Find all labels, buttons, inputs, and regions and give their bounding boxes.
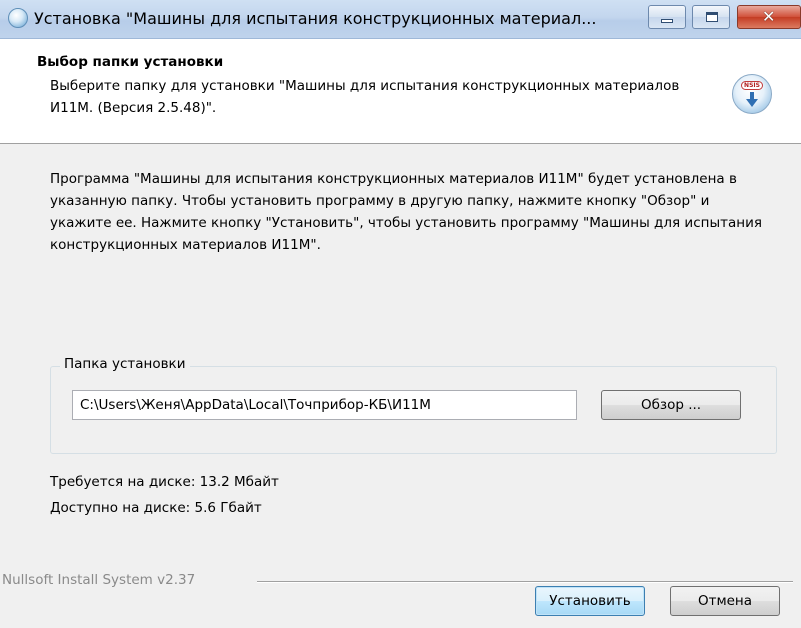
installer-window: Установка "Машины для испытания конструк…	[0, 0, 801, 628]
maximize-icon	[706, 12, 718, 22]
install-folder-group-label: Папка установки	[60, 356, 190, 372]
page-body: Программа "Машины для испытания конструк…	[0, 144, 801, 628]
close-button[interactable]: ✕	[737, 5, 801, 29]
title-bar[interactable]: Установка "Машины для испытания конструк…	[0, 0, 801, 39]
nsis-badge: NSIS	[741, 81, 763, 90]
space-required-text: Требуется на диске: 13.2 Мбайт	[50, 474, 279, 490]
install-path-input[interactable]: C:\Users\Женя\AppData\Local\Точприбор-КБ…	[72, 390, 577, 420]
close-icon: ✕	[762, 7, 776, 26]
nsis-branding-text: Nullsoft Install System v2.37	[2, 572, 196, 588]
install-button-label: Установить	[549, 593, 631, 609]
browse-button[interactable]: Обзор ...	[601, 390, 741, 420]
description-text: Программа "Машины для испытания конструк…	[50, 171, 762, 253]
browse-button-label: Обзор ...	[640, 397, 702, 413]
minimize-icon	[661, 19, 673, 23]
nsis-setup-icon: NSIS	[732, 74, 772, 114]
cancel-button[interactable]: Отмена	[670, 586, 780, 616]
window-title: Установка "Машины для испытания конструк…	[34, 9, 597, 28]
page-header: Выбор папки установки Выберите папку для…	[0, 39, 801, 144]
footer-divider	[257, 581, 793, 583]
minimize-button[interactable]	[648, 5, 686, 29]
space-available-text: Доступно на диске: 5.6 Гбайт	[50, 500, 262, 516]
download-arrow-icon	[746, 92, 758, 107]
install-button[interactable]: Установить	[535, 586, 645, 616]
page-subtitle: Выберите папку для установки "Машины для…	[50, 78, 680, 116]
installer-app-icon	[8, 8, 28, 28]
cancel-button-label: Отмена	[697, 593, 753, 609]
page-title: Выбор папки установки	[37, 54, 224, 70]
maximize-button[interactable]	[692, 5, 730, 29]
